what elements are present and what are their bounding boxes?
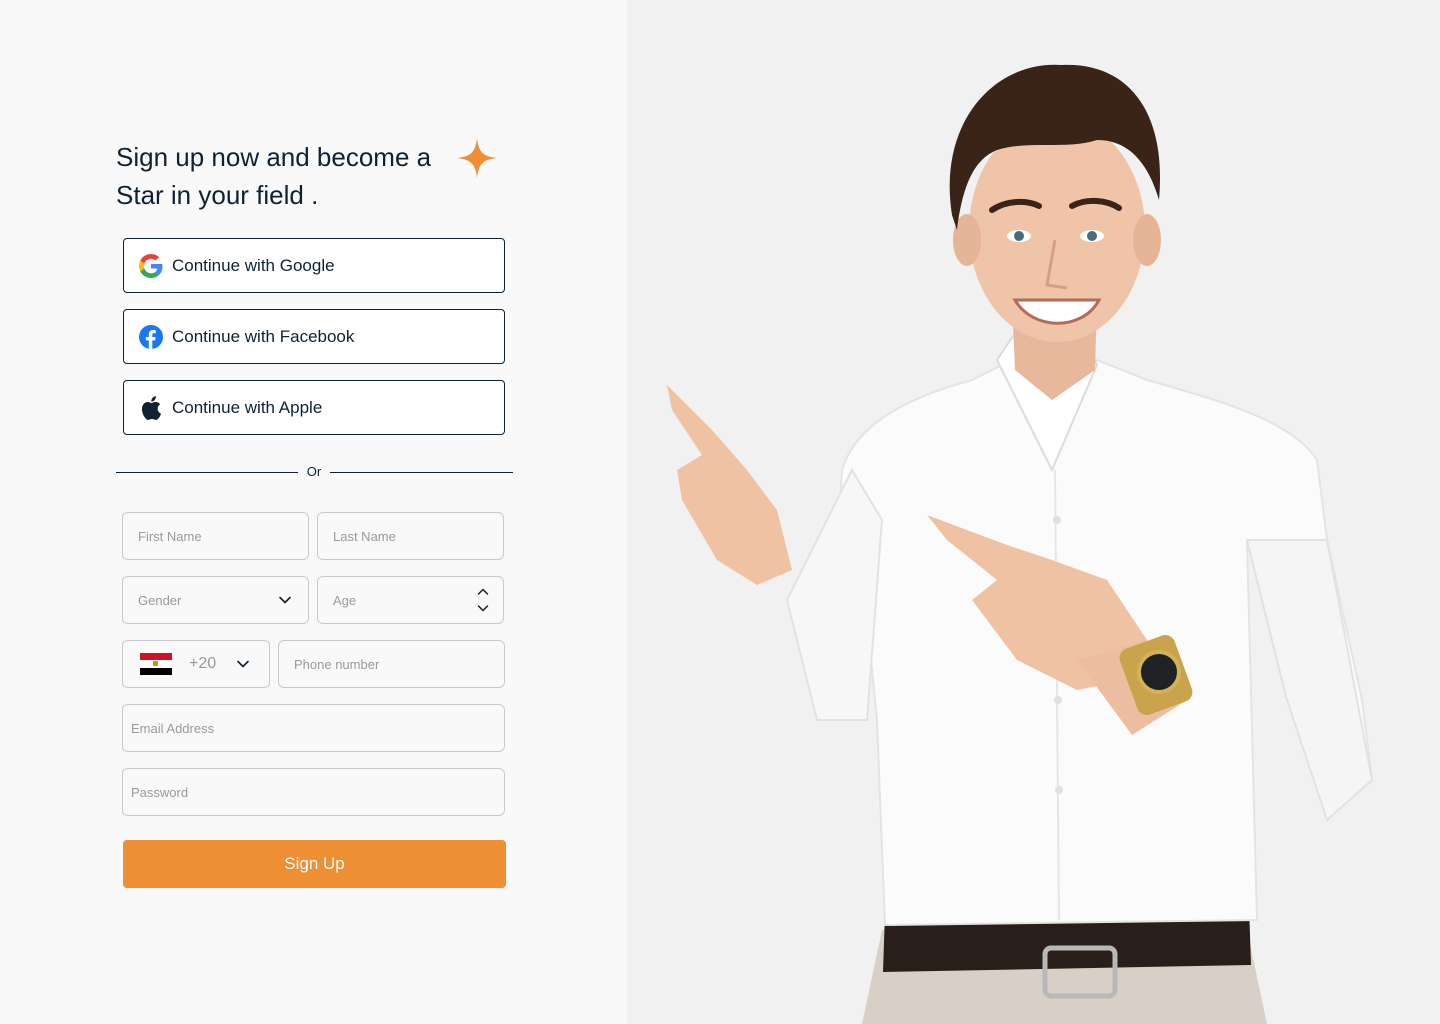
google-icon [139,253,163,278]
google-button-label: Continue with Google [172,255,335,275]
email-input[interactable] [131,705,504,751]
divider-line-left [116,472,298,473]
egypt-flag-icon [140,653,172,675]
apple-icon [139,395,163,420]
chevron-down-icon [279,596,291,604]
gender-placeholder: Gender [138,592,182,608]
password-field[interactable] [122,768,505,816]
signup-panel: Sign up now and become a Star in your fi… [0,0,627,1024]
hero-person-image [667,64,1374,1024]
continue-with-facebook-button[interactable]: Continue with Facebook [123,309,505,364]
sign-up-button[interactable]: Sign Up [123,840,506,888]
hero-image-panel [627,0,1440,1024]
headline-line-2: Star in your field . [116,180,319,210]
email-field[interactable] [122,704,505,752]
facebook-button-label: Continue with Facebook [172,326,355,346]
first-name-field[interactable] [122,512,309,560]
apple-button-label: Continue with Apple [172,397,323,417]
country-code-select[interactable]: +20 [122,640,270,688]
divider-line-right [330,472,513,473]
phone-number-input[interactable] [294,641,504,687]
password-input[interactable] [131,769,504,815]
star-icon [457,138,497,178]
last-name-input[interactable] [333,513,503,559]
chevron-down-icon [237,660,249,668]
continue-with-google-button[interactable]: Continue with Google [123,238,505,293]
last-name-field[interactable] [317,512,504,560]
age-stepper[interactable] [317,576,504,624]
divider-or-text: Or [306,464,322,479]
page-title: Sign up now and become a Star in your fi… [116,138,516,214]
phone-number-field[interactable] [278,640,505,688]
first-name-input[interactable] [138,513,308,559]
chevron-down-icon[interactable] [477,603,489,613]
gender-select[interactable]: Gender [122,576,309,624]
age-spinner[interactable] [477,587,489,613]
facebook-icon [139,324,163,349]
chevron-up-icon[interactable] [477,587,489,597]
continue-with-apple-button[interactable]: Continue with Apple [123,380,505,435]
headline-line-1: Sign up now and become a [116,142,432,172]
country-dial-code: +20 [189,655,217,672]
